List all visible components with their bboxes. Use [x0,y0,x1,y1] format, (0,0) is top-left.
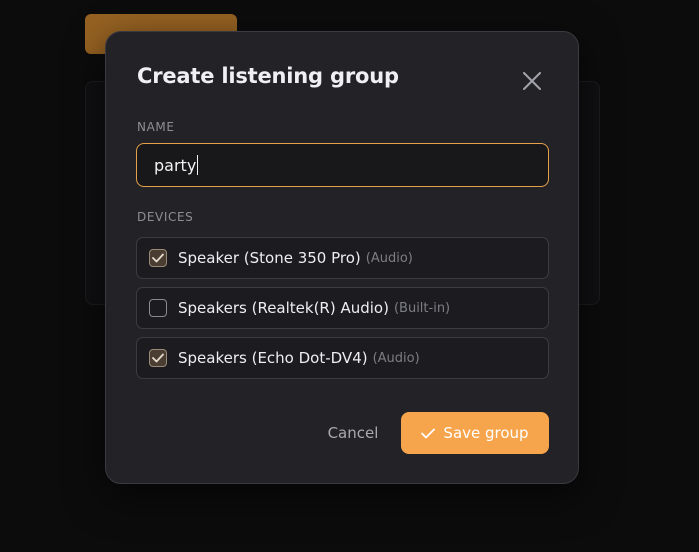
device-type: (Built-in) [393,300,451,316]
device-type: (Audio) [372,350,420,366]
device-checkbox[interactable] [149,249,167,267]
devices-label: DEVICES [137,210,194,224]
create-group-dialog: Create listening group NAME party DEVICE… [105,31,579,484]
check-icon [152,353,164,363]
cancel-button[interactable]: Cancel [318,413,388,453]
check-icon [421,428,436,438]
close-icon [523,72,541,90]
device-checkbox[interactable] [149,299,167,317]
save-group-button[interactable]: Save group [401,412,549,454]
save-group-label: Save group [443,424,529,442]
device-checkbox[interactable] [149,349,167,367]
group-name-input[interactable]: party [136,143,549,187]
text-caret [197,155,199,175]
dialog-title: Create listening group [137,64,399,88]
close-button[interactable] [516,65,548,97]
device-name: Speakers (Echo Dot-DV4) [178,349,368,367]
device-row-realtek[interactable]: Speakers (Realtek(R) Audio) (Built-in) [136,287,549,329]
device-row-stone-350-pro[interactable]: Speaker (Stone 350 Pro) (Audio) [136,237,549,279]
name-label: NAME [137,120,175,134]
device-row-echo-dot[interactable]: Speakers (Echo Dot-DV4) (Audio) [136,337,549,379]
check-icon [152,253,164,263]
device-type: (Audio) [365,250,413,266]
group-name-value: party [154,155,197,175]
device-name: Speakers (Realtek(R) Audio) [178,299,389,317]
device-name: Speaker (Stone 350 Pro) [178,249,361,267]
